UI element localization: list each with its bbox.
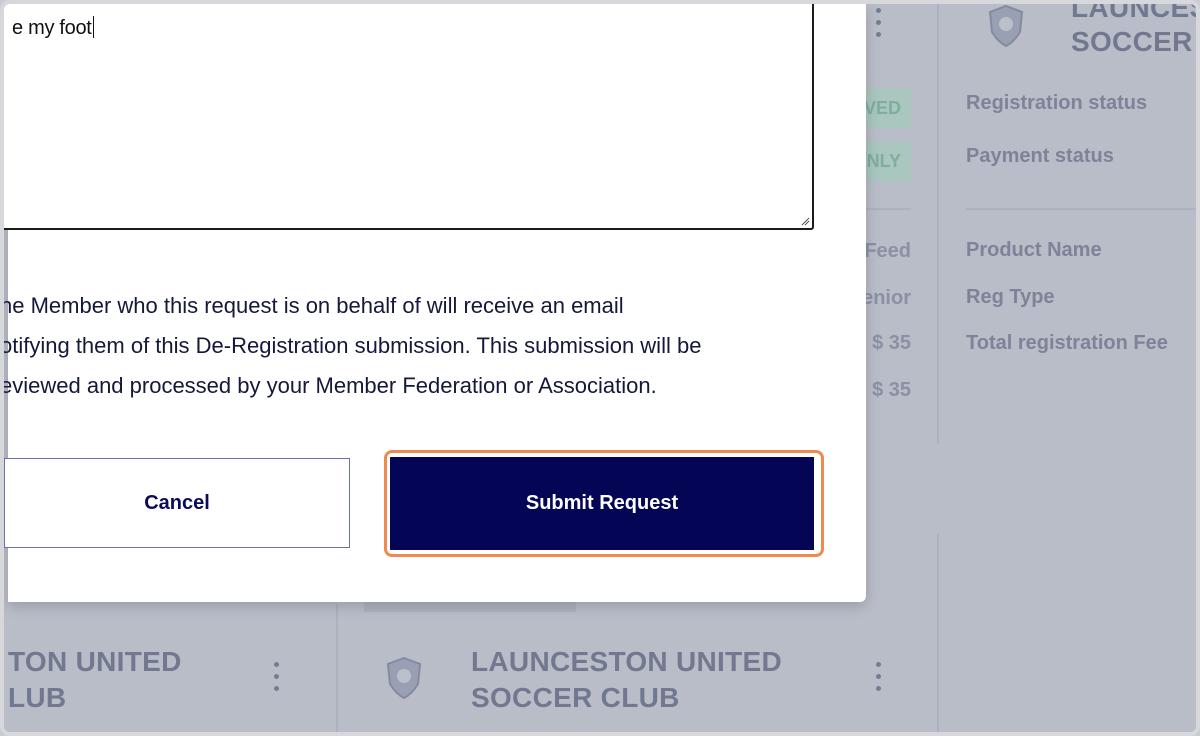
reg-type-label: Reg Type (966, 286, 1055, 308)
notice-line: otifying them of this De-Registration su… (0, 333, 702, 358)
kebab-menu-icon[interactable] (876, 8, 882, 44)
de-registration-modal: e my foot he Member who this request is … (4, 4, 866, 602)
divider (966, 208, 1196, 210)
bottom-card-2-line2: SOCCER CLUB (471, 682, 680, 713)
payment-status-label: Payment status (966, 145, 1114, 167)
club-crest-icon (988, 4, 1024, 48)
total-fee-label: Total registration Fee (966, 332, 1168, 354)
total-value: $ 35 (872, 379, 911, 401)
product-name-label: Product Name (966, 239, 1102, 261)
cancel-button[interactable]: Cancel (4, 458, 350, 548)
bottom-card-1-line1: TON UNITED (8, 646, 182, 677)
notice-line: he Member who this request is on behalf … (0, 293, 624, 318)
bottom-card-2-line1: LAUNCESTON UNITED (471, 646, 783, 677)
deregistration-notice: he Member who this request is on behalf … (0, 286, 830, 406)
club-name-line2: SOCCER C (1071, 26, 1196, 57)
kebab-menu-icon[interactable] (274, 662, 280, 698)
fee-value: $ 35 (872, 332, 911, 354)
product-value: Feed (864, 240, 911, 262)
bottom-card-1-line2: LUB (8, 682, 67, 713)
submit-request-button[interactable]: Submit Request (390, 457, 814, 550)
reason-textarea-value: e my foot (12, 17, 92, 39)
registration-status-label: Registration status (966, 92, 1148, 114)
notice-line: eviewed and processed by your Member Fed… (0, 373, 657, 398)
resize-grip-icon[interactable] (800, 216, 810, 226)
column-divider (937, 4, 939, 444)
column-divider (336, 604, 338, 732)
tab-shadow (364, 602, 576, 612)
club-name-line1: LAUNCES (1071, 0, 1200, 23)
screenshot-frame: LAUNCES SOCCER C Registration status Pay… (0, 0, 1200, 736)
kebab-menu-icon[interactable] (876, 662, 882, 698)
reg-type-value: enior (862, 287, 911, 309)
column-divider (937, 534, 939, 732)
text-caret (92, 16, 95, 38)
club-crest-icon (386, 656, 422, 700)
reason-textarea[interactable]: e my foot (4, 4, 814, 230)
